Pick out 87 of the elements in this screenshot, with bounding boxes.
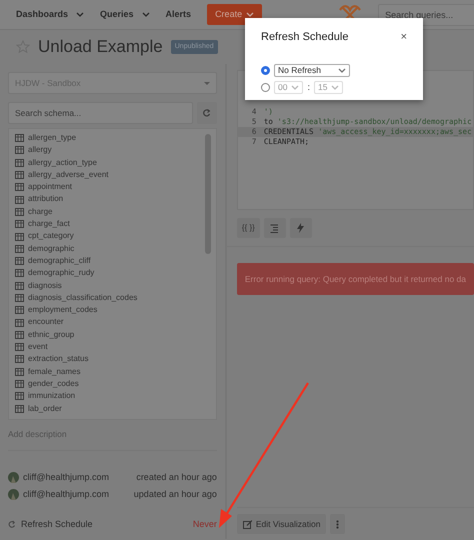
autocomplete-button[interactable] <box>290 218 312 238</box>
nav-link[interactable]: Queries <box>100 8 134 22</box>
table-icon <box>15 343 24 352</box>
avatar-icon <box>8 489 19 500</box>
table-icon <box>15 257 24 266</box>
refresh-schedule-label: Refresh Schedule <box>21 518 93 530</box>
table-name[interactable]: charge_fact <box>28 218 70 230</box>
radio-button[interactable] <box>261 66 270 75</box>
table-name[interactable]: event <box>28 341 48 354</box>
table-name[interactable]: demographic_cliff <box>28 254 91 268</box>
table-name[interactable]: lab_order <box>28 402 62 415</box>
table-icon <box>15 282 24 290</box>
table-name[interactable]: allergen_type <box>28 132 76 144</box>
chevron-down-icon <box>246 11 254 18</box>
nav-link[interactable]: Alerts <box>166 8 192 22</box>
table-icon <box>15 306 24 314</box>
table-icon <box>15 220 24 228</box>
hour-select[interactable]: 00 <box>274 81 304 94</box>
table-name[interactable]: charge <box>28 206 52 218</box>
lightning-icon <box>296 223 306 233</box>
table-name[interactable]: gender_codes <box>28 378 79 390</box>
radio-button[interactable] <box>261 83 270 92</box>
table-icon <box>15 171 24 180</box>
format-button[interactable] <box>264 218 286 238</box>
modal-title: Refresh Schedule <box>261 30 348 45</box>
table-name[interactable]: demographic_rudy <box>28 267 94 280</box>
table-icon <box>15 244 24 253</box>
interval-select[interactable]: No Refresh <box>274 64 350 77</box>
more-icon <box>336 520 340 528</box>
nav-link[interactable]: Dashboards <box>16 8 68 22</box>
scrollbar[interactable] <box>204 134 211 254</box>
avatar-icon <box>8 472 19 483</box>
table-icon <box>15 208 24 216</box>
table-name[interactable]: cpt_category <box>28 230 74 243</box>
caret-icon <box>204 82 210 84</box>
close-button[interactable]: × <box>400 28 407 46</box>
table-name[interactable]: attribution <box>28 193 64 206</box>
error-message: Error running query: Query completed but it returned no da <box>244 272 466 286</box>
table-icon <box>15 380 24 388</box>
edit-visualization-button[interactable]: Edit Visualization <box>236 514 326 534</box>
table-icon <box>15 158 24 167</box>
table-name[interactable]: allergy_action_type <box>28 156 97 169</box>
create-button[interactable]: Create <box>207 4 262 26</box>
chevron-down-icon <box>338 67 346 74</box>
chevron-down-icon <box>291 84 300 92</box>
table-icon <box>15 183 24 192</box>
table-name[interactable]: diagnosis_classification_codes <box>28 292 138 304</box>
table-name[interactable]: ethnic_group <box>28 328 74 342</box>
user-email: cliff@healthjump.com <box>23 470 110 484</box>
table-icon <box>15 368 24 376</box>
table-icon <box>15 330 24 339</box>
table-icon <box>15 392 24 400</box>
table-icon <box>15 404 24 413</box>
table-name[interactable]: allergy_adverse_event <box>28 168 108 182</box>
minute-select[interactable]: 15 <box>314 81 344 94</box>
history-time: created an hour ago <box>136 470 217 484</box>
more-button[interactable] <box>330 514 346 534</box>
table-icon <box>15 134 24 142</box>
history-time: updated an hour ago <box>134 488 217 501</box>
table-icon <box>15 196 24 204</box>
table-name[interactable]: immunization <box>28 390 76 403</box>
parameters-button[interactable]: {{ }} <box>236 218 260 238</box>
table-name[interactable]: encounter <box>28 316 64 329</box>
table-name[interactable]: employment_codes <box>28 304 98 316</box>
table-name[interactable]: female_names <box>28 366 80 378</box>
format-icon <box>270 224 280 232</box>
refresh-button[interactable] <box>196 102 217 124</box>
table-name[interactable]: extraction_status <box>28 353 88 366</box>
table-icon <box>15 232 24 241</box>
chevron-down-icon <box>331 84 340 92</box>
page-title: Unload Example <box>38 36 163 58</box>
refresh-icon <box>202 108 212 118</box>
schema-search-field[interactable]: Search schema... <box>8 102 193 124</box>
table-icon <box>15 146 24 154</box>
table-name[interactable]: appointment <box>28 181 72 194</box>
refresh-icon <box>8 520 17 529</box>
refresh-schedule-link[interactable]: Never <box>192 518 217 531</box>
table-icon <box>15 269 24 278</box>
edit-icon <box>242 520 252 528</box>
table-icon <box>15 294 24 302</box>
user-email: cliff@healthjump.com <box>23 488 110 501</box>
table-name[interactable]: demographic <box>28 242 74 255</box>
time-separator: : <box>307 81 310 94</box>
table-name[interactable]: diagnosis <box>28 280 62 292</box>
table-icon <box>15 318 24 327</box>
table-name[interactable]: allergy <box>28 144 52 157</box>
table-icon <box>15 355 24 364</box>
